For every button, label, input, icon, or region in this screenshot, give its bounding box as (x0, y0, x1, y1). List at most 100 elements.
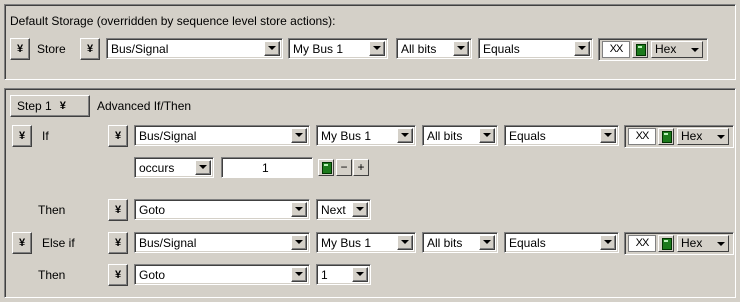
if-source-combo[interactable]: Bus/Signal (134, 125, 310, 146)
elseif-value-group: XX Hex (624, 232, 734, 255)
dropdown-arrow-icon[interactable] (264, 41, 280, 56)
elseif-bits-value: All bits (427, 236, 463, 250)
if-value-field[interactable]: XX (628, 128, 656, 145)
occurs-combo[interactable]: occurs (134, 157, 214, 178)
store-source-menu-button[interactable]: ¥ (80, 38, 100, 60)
dropdown-arrow-icon[interactable] (453, 41, 469, 56)
store-bits-combo[interactable]: All bits (396, 38, 472, 59)
if-menu-button[interactable]: ¥ (12, 125, 32, 147)
dropdown-arrow-icon[interactable] (291, 202, 307, 217)
store-bits-value: All bits (401, 42, 437, 56)
store-bus-combo[interactable]: My Bus 1 (288, 38, 388, 59)
elseif-radix-value: Hex (681, 236, 703, 250)
dropdown-arrow-icon[interactable] (574, 41, 590, 56)
dropdown-arrow-icon[interactable] (600, 235, 616, 250)
double-chevron-down-icon: ¥ (114, 129, 122, 142)
then-label: Then (38, 203, 66, 217)
store-radix-value: Hex (655, 42, 677, 56)
dropdown-arrow-icon[interactable] (195, 160, 211, 175)
double-chevron-down-icon: ¥ (86, 42, 94, 55)
then-label: Then (38, 268, 66, 282)
double-chevron-down-icon: ¥ (59, 99, 66, 112)
then-action-menu-button[interactable]: ¥ (108, 264, 128, 286)
then-target-value: 1 (321, 268, 328, 282)
store-bus-value: My Bus 1 (293, 42, 344, 56)
if-source-menu-button[interactable]: ¥ (108, 125, 128, 147)
elseif-bus-value: My Bus 1 (321, 236, 372, 250)
elseif-operator-value: Equals (509, 236, 546, 250)
double-chevron-down-icon: ¥ (114, 268, 122, 281)
store-source-combo[interactable]: Bus/Signal (106, 38, 283, 59)
then-action-value: Goto (139, 268, 166, 282)
increment-button[interactable]: + (353, 159, 369, 176)
if-bus-value: My Bus 1 (321, 129, 372, 143)
then-action-combo[interactable]: Goto (134, 199, 310, 220)
double-chevron-down-icon: ¥ (18, 236, 26, 249)
default-storage-heading: Default Storage (overridden by sequence … (10, 14, 336, 28)
dropdown-arrow-icon[interactable] (600, 128, 616, 143)
step-label: Step 1 (17, 99, 52, 113)
dropdown-arrow-icon (717, 242, 725, 246)
elseif-radix-button[interactable]: Hex (677, 235, 729, 252)
dropdown-arrow-icon[interactable] (397, 235, 413, 250)
elseif-menu-button[interactable]: ¥ (12, 232, 32, 254)
if-source-value: Bus/Signal (139, 129, 197, 143)
calculator-icon[interactable] (632, 41, 648, 58)
if-bits-value: All bits (427, 129, 463, 143)
calculator-icon[interactable] (658, 128, 674, 145)
dropdown-arrow-icon (691, 48, 699, 52)
elseif-operator-combo[interactable]: Equals (504, 232, 619, 253)
step-menu-button[interactable]: Step 1 ¥ (10, 95, 90, 117)
dropdown-arrow-icon[interactable] (397, 128, 413, 143)
occurs-count-field[interactable]: 1 (221, 157, 313, 178)
elseif-bus-combo[interactable]: My Bus 1 (316, 232, 416, 253)
store-value-group: XX Hex (598, 38, 708, 61)
if-operator-value: Equals (509, 129, 546, 143)
if-value-group: XX Hex (624, 125, 734, 148)
dropdown-arrow-icon[interactable] (291, 235, 307, 250)
then-action-menu-button[interactable]: ¥ (108, 199, 128, 221)
dropdown-arrow-icon[interactable] (291, 267, 307, 282)
if-operator-combo[interactable]: Equals (504, 125, 619, 146)
elseif-value-field[interactable]: XX (628, 235, 656, 252)
dropdown-arrow-icon[interactable] (352, 267, 368, 282)
double-chevron-down-icon: ¥ (114, 236, 122, 249)
store-label: Store (37, 42, 66, 56)
if-label: If (42, 129, 49, 143)
store-radix-button[interactable]: Hex (651, 41, 703, 58)
step-mode-label: Advanced If/Then (97, 99, 192, 113)
double-chevron-down-icon: ¥ (16, 42, 24, 55)
then-target-combo[interactable]: Next (316, 199, 371, 220)
dropdown-arrow-icon[interactable] (369, 41, 385, 56)
elseif-source-combo[interactable]: Bus/Signal (134, 232, 310, 253)
elseif-label: Else if (42, 236, 75, 250)
calculator-icon[interactable] (318, 159, 334, 176)
if-radix-value: Hex (681, 129, 703, 143)
then-target-value: Next (321, 203, 346, 217)
dropdown-arrow-icon[interactable] (291, 128, 307, 143)
elseif-source-menu-button[interactable]: ¥ (108, 232, 128, 254)
then-action-combo[interactable]: Goto (134, 264, 310, 285)
occurs-value: occurs (139, 161, 175, 175)
if-bits-combo[interactable]: All bits (422, 125, 498, 146)
elseif-source-value: Bus/Signal (139, 236, 197, 250)
then-target-combo[interactable]: 1 (316, 264, 371, 285)
dropdown-arrow-icon[interactable] (479, 235, 495, 250)
elseif-bits-combo[interactable]: All bits (422, 232, 498, 253)
store-operator-value: Equals (483, 42, 520, 56)
store-menu-button[interactable]: ¥ (10, 38, 30, 60)
dropdown-arrow-icon[interactable] (479, 128, 495, 143)
occurs-count-value: 1 (262, 161, 269, 175)
calculator-icon[interactable] (658, 235, 674, 252)
store-operator-combo[interactable]: Equals (478, 38, 593, 59)
dropdown-arrow-icon[interactable] (352, 202, 368, 217)
store-source-value: Bus/Signal (111, 42, 169, 56)
double-chevron-down-icon: ¥ (114, 203, 122, 216)
if-radix-button[interactable]: Hex (677, 128, 729, 145)
dropdown-arrow-icon (717, 135, 725, 139)
then-action-value: Goto (139, 203, 166, 217)
store-value-field[interactable]: XX (602, 41, 630, 58)
decrement-button[interactable]: − (336, 159, 352, 176)
if-bus-combo[interactable]: My Bus 1 (316, 125, 416, 146)
double-chevron-down-icon: ¥ (18, 129, 26, 142)
